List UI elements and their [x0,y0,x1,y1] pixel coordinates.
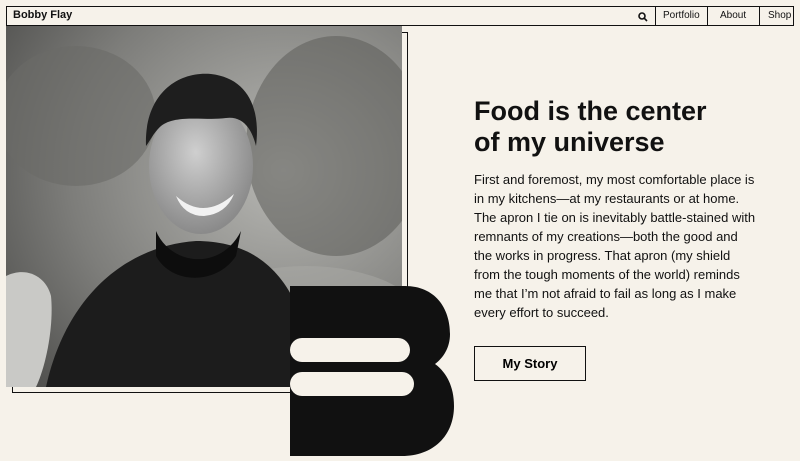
top-nav: Bobby Flay Portfolio About Shop [6,6,794,26]
nav-divider [759,7,760,25]
hero-headline-line1: Food is the center [474,96,707,126]
nav-divider [655,7,656,25]
hero-body-text: First and foremost, my most comfortable … [474,172,756,320]
nav-link-portfolio[interactable]: Portfolio [663,10,700,21]
b-monogram [290,286,454,456]
hero-headline: Food is the center of my universe [474,96,774,158]
my-story-button[interactable]: My Story [474,346,586,381]
brand-logo-text[interactable]: Bobby Flay [13,9,72,21]
nav-divider [707,7,708,25]
nav-link-about[interactable]: About [720,10,746,21]
search-icon[interactable] [637,10,649,22]
nav-link-shop[interactable]: Shop [768,10,791,21]
hero-headline-line2: of my universe [474,127,665,157]
